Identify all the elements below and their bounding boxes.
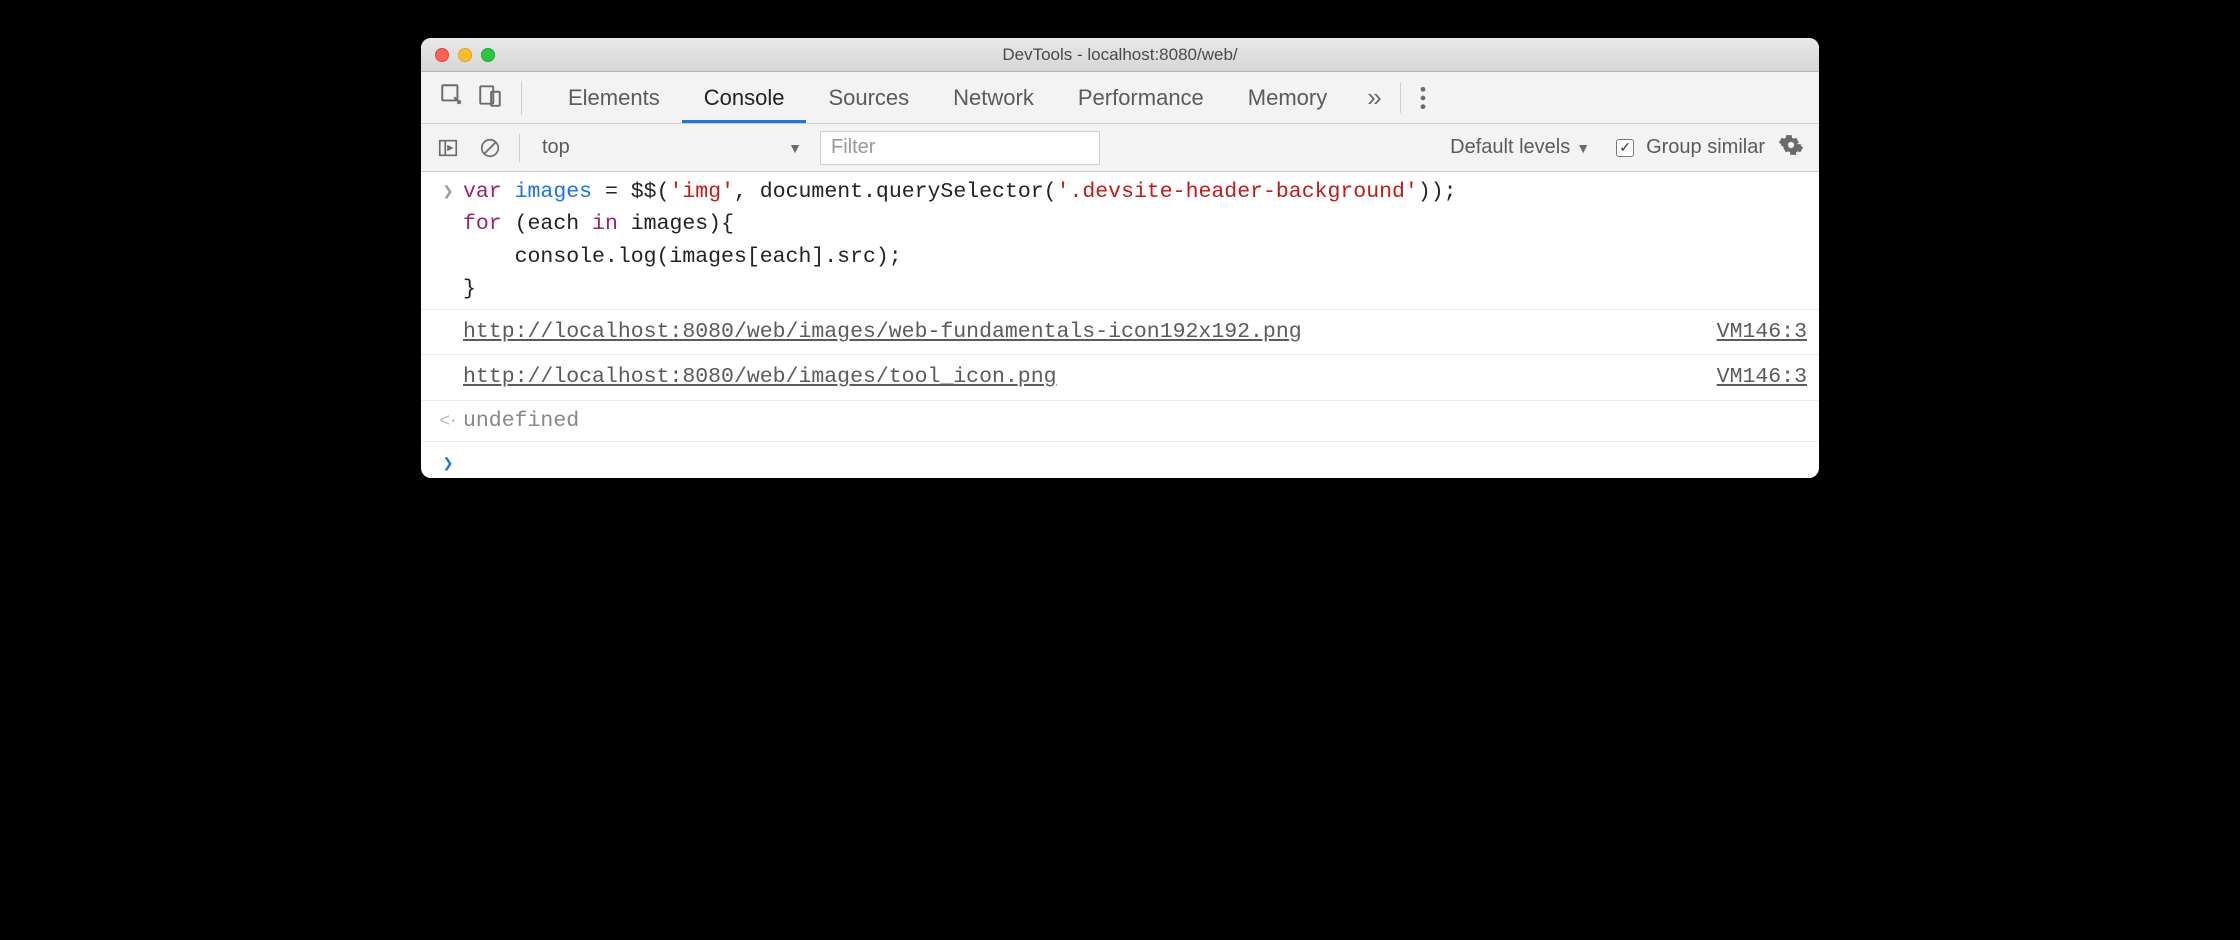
console-settings-icon[interactable]	[1773, 133, 1809, 163]
devtools-tabstrip: Elements Console Sources Network Perform…	[421, 72, 1819, 124]
maximize-icon[interactable]	[481, 48, 495, 62]
device-toolbar-icon[interactable]	[477, 82, 503, 113]
window-title: DevTools - localhost:8080/web/	[421, 45, 1819, 65]
group-similar-label: Group similar	[1646, 136, 1765, 159]
execution-context-select[interactable]: top ▼	[532, 131, 812, 165]
log-message-link[interactable]: http://localhost:8080/web/images/tool_ic…	[463, 361, 1057, 393]
more-options-icon[interactable]	[1400, 82, 1445, 113]
devtools-window: DevTools - localhost:8080/web/ Elements …	[421, 38, 1819, 478]
tab-sources[interactable]: Sources	[806, 72, 931, 123]
tab-performance[interactable]: Performance	[1056, 72, 1226, 123]
console-toolbar: top ▼ Filter Default levels ▼ ✓ Group si…	[421, 124, 1819, 172]
filter-input[interactable]: Filter	[820, 131, 1100, 165]
levels-label: Default levels	[1450, 136, 1570, 159]
active-prompt-icon	[433, 448, 463, 472]
tab-memory[interactable]: Memory	[1226, 72, 1349, 123]
log-message-link[interactable]: http://localhost:8080/web/images/web-fun…	[463, 316, 1302, 348]
divider	[519, 134, 520, 162]
tab-console[interactable]: Console	[682, 72, 807, 123]
toggle-sidebar-icon[interactable]	[431, 137, 465, 159]
dropdown-icon: ▼	[788, 140, 802, 156]
divider	[521, 81, 522, 115]
console-entered-code: var images = $$('img', document.querySel…	[463, 176, 1807, 305]
output-prompt-icon	[433, 405, 463, 437]
titlebar[interactable]: DevTools - localhost:8080/web/	[421, 38, 1819, 72]
filter-placeholder: Filter	[831, 136, 875, 159]
return-value: undefined	[463, 405, 1807, 437]
log-levels-select[interactable]: Default levels ▼	[1444, 136, 1596, 159]
console-input-row[interactable]: var images = $$('img', document.querySel…	[421, 172, 1819, 310]
console-log-row: http://localhost:8080/web/images/web-fun…	[421, 310, 1819, 355]
tab-elements[interactable]: Elements	[546, 72, 682, 123]
inspect-element-icon[interactable]	[439, 82, 465, 113]
console-log-row: http://localhost:8080/web/images/tool_ic…	[421, 355, 1819, 400]
group-similar-checkbox[interactable]: ✓	[1616, 139, 1634, 157]
clear-console-icon[interactable]	[473, 137, 507, 159]
close-icon[interactable]	[435, 48, 449, 62]
tab-network[interactable]: Network	[931, 72, 1056, 123]
minimize-icon[interactable]	[458, 48, 472, 62]
dropdown-icon: ▼	[1576, 140, 1590, 156]
log-source-link[interactable]: VM146:3	[1717, 316, 1807, 348]
input-prompt-icon	[433, 176, 463, 305]
console-return-row: undefined	[421, 401, 1819, 442]
tabs-overflow-icon[interactable]: »	[1349, 82, 1399, 113]
log-source-link[interactable]: VM146:3	[1717, 361, 1807, 393]
console-body: var images = $$('img', document.querySel…	[421, 172, 1819, 478]
traffic-lights	[421, 48, 495, 62]
console-prompt-row[interactable]	[421, 442, 1819, 478]
context-label: top	[542, 136, 570, 159]
